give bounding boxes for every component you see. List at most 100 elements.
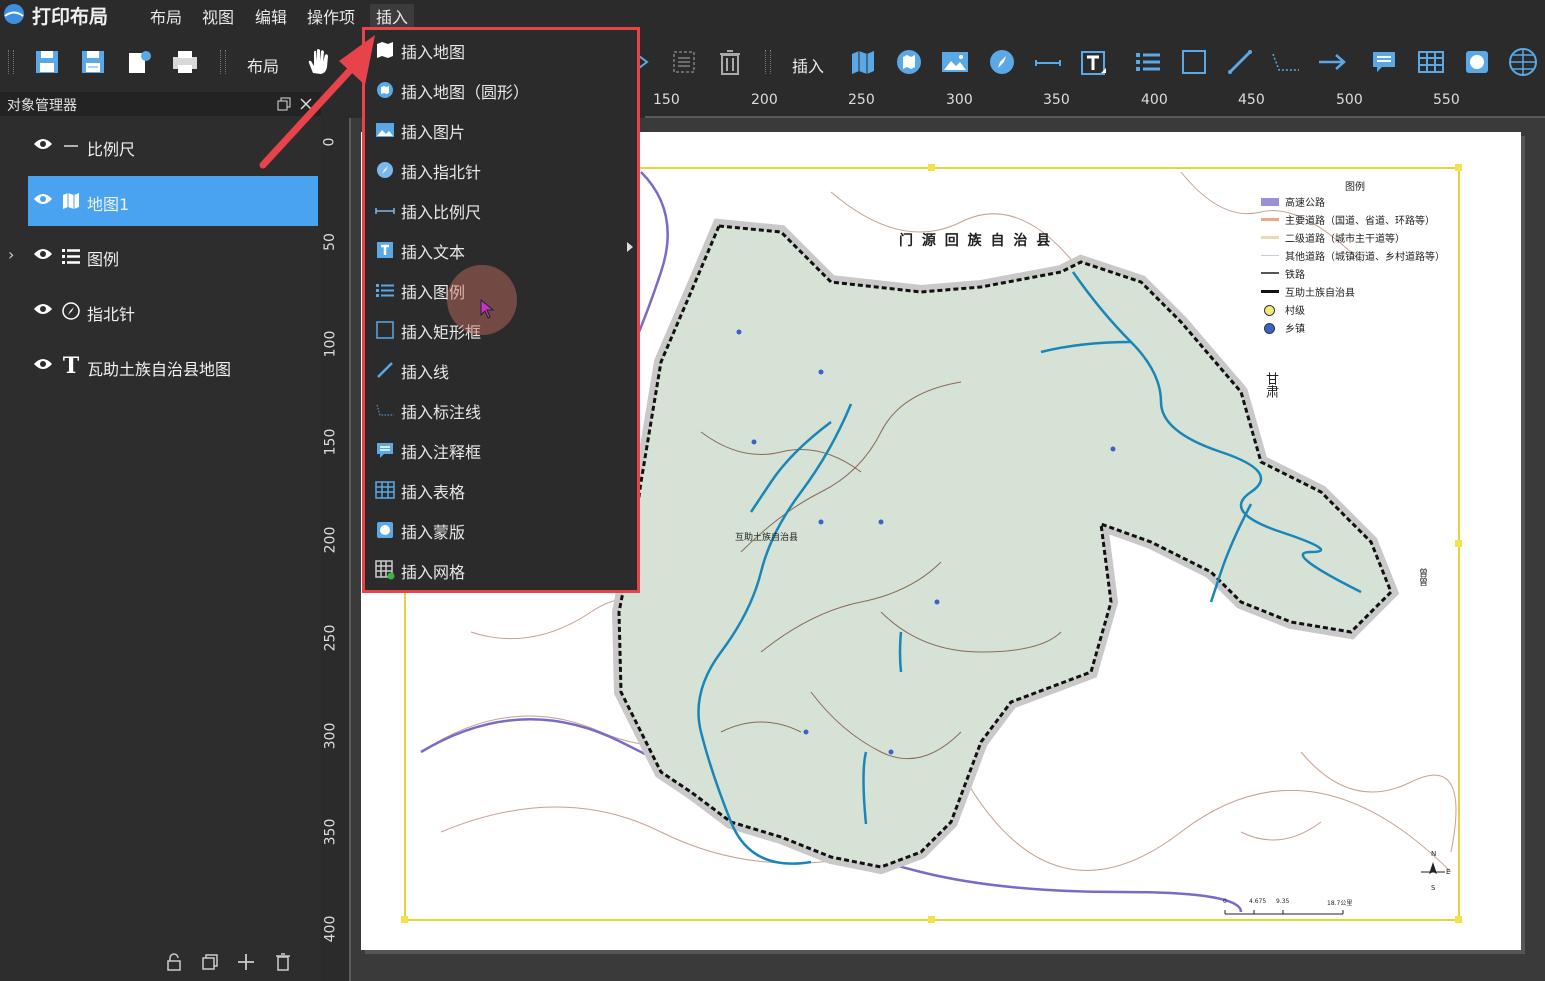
menu-item-label: 插入线	[401, 363, 450, 382]
insert-mask-icon[interactable]	[1460, 45, 1494, 79]
ruler-tick-label: 500	[1336, 92, 1363, 108]
menu-item-label: 插入比例尺	[401, 203, 482, 222]
menu-item-label: 插入蒙版	[401, 523, 466, 542]
menu-insert-callout-line[interactable]: 插入标注线	[373, 394, 633, 426]
ruler-tick-label: 300	[322, 722, 339, 750]
menu-insert-grid[interactable]: 插入网格	[373, 554, 633, 586]
ruler-tick-label: 300	[946, 92, 973, 108]
map-legend[interactable]: 图例 高速公路 主要道路（国道、省道、环路等） 二级道路（城市主干道等） 其他道…	[1255, 176, 1455, 341]
text-icon: T	[62, 353, 80, 379]
menu-insert-mask[interactable]: 插入蒙版	[373, 514, 633, 546]
trash-icon[interactable]	[271, 950, 295, 974]
menu-insert-compass[interactable]: 插入指北针	[373, 154, 633, 186]
insert-arrow-icon[interactable]	[1315, 45, 1349, 79]
insert-table-icon[interactable]	[1414, 45, 1448, 79]
object-manager-panel: 对象管理器 比例尺 地图1 › 图例 指北针 T 瓦助土族自治县地图	[0, 92, 321, 981]
legend-swatch	[1261, 255, 1279, 256]
insert-rectangle-icon[interactable]	[1177, 45, 1211, 79]
visibility-eye-icon[interactable]	[33, 302, 53, 316]
legend-row: 村级	[1261, 302, 1455, 318]
duplicate-icon[interactable]	[198, 950, 222, 974]
menu-view[interactable]: 视图	[202, 4, 234, 28]
ruler-tick-label: 150	[653, 92, 680, 108]
insert-grid-icon[interactable]	[1506, 45, 1540, 79]
annotation-arrow	[259, 35, 375, 169]
grid-icon	[375, 560, 395, 580]
legend-label: 其他道路（城镇街道、乡村道路等）	[1285, 252, 1445, 263]
tree-item-label: 地图1	[87, 195, 130, 214]
comment-icon	[375, 440, 395, 460]
scale-label: 9.35	[1276, 898, 1290, 905]
legend-label: 高速公路	[1285, 198, 1325, 209]
menu-insert-image[interactable]: 插入图片	[373, 114, 633, 146]
menu-layout[interactable]: 布局	[150, 4, 182, 28]
legend-swatch	[1261, 290, 1279, 293]
legend-swatch	[1261, 218, 1279, 221]
ruler-tick-label: 400	[322, 915, 339, 943]
visibility-eye-icon[interactable]	[33, 192, 53, 206]
map-center-label: 互助土族自治县	[735, 533, 799, 543]
insert-round-map-icon[interactable]	[892, 45, 926, 79]
save-as-icon[interactable]	[76, 45, 110, 79]
menu-insert-table[interactable]: 插入表格	[373, 474, 633, 506]
menu-insert-text[interactable]: 插入文本	[373, 234, 633, 266]
delete-icon[interactable]	[713, 45, 747, 79]
legend-row: 主要道路（国道、省道、环路等）	[1261, 212, 1455, 228]
insert-image-icon[interactable]	[938, 45, 972, 79]
toolbar-separator	[765, 50, 771, 74]
menu-item-label: 插入标注线	[401, 403, 482, 422]
menu-insert-scalebar[interactable]: 插入比例尺	[373, 194, 633, 226]
horizontal-ruler: 150 200 250 300 350 400 450 500 550	[645, 92, 1545, 118]
tree-item-compass[interactable]: 指北针	[28, 286, 318, 336]
legend-label: 主要道路（国道、省道、环路等）	[1285, 216, 1435, 227]
save-icon[interactable]	[30, 45, 64, 79]
tree-item-map1[interactable]: 地图1	[28, 176, 318, 226]
legend-swatch	[1264, 323, 1275, 334]
tree-item-label: 指北针	[87, 305, 136, 324]
legend-swatch	[1264, 305, 1275, 316]
menu-insert-map[interactable]: 插入地图	[373, 34, 633, 66]
visibility-eye-icon[interactable]	[33, 357, 53, 371]
menu-insert-line[interactable]: 插入线	[373, 354, 633, 386]
insert-comment-icon[interactable]	[1367, 45, 1401, 79]
lock-icon[interactable]	[162, 950, 186, 974]
page-settings-icon[interactable]	[122, 45, 156, 79]
tree-item-legend[interactable]: › 图例	[8, 231, 318, 281]
visibility-eye-icon[interactable]	[33, 247, 53, 261]
visibility-eye-icon[interactable]	[33, 137, 53, 151]
insert-line-icon[interactable]	[1223, 45, 1257, 79]
legend-label: 乡镇	[1285, 324, 1305, 335]
insert-scalebar-icon[interactable]	[1031, 45, 1065, 79]
add-icon[interactable]	[234, 950, 258, 974]
line-icon	[375, 360, 395, 380]
app-logo-icon	[4, 4, 24, 24]
north-label: N	[1431, 850, 1437, 858]
toolbar: 布局 插入	[0, 28, 1545, 92]
insert-callout-line-icon[interactable]	[1269, 45, 1303, 79]
print-icon[interactable]	[168, 45, 202, 79]
menu-item-label: 插入地图	[401, 43, 466, 62]
insert-legend-icon[interactable]	[1131, 45, 1165, 79]
group-icon[interactable]	[667, 45, 701, 79]
insert-compass-icon[interactable]	[985, 45, 1019, 79]
insert-text-icon[interactable]	[1077, 45, 1111, 79]
legend-row: 二级道路（城市主干道等）	[1261, 230, 1455, 246]
menu-insert-comment[interactable]: 插入注释框	[373, 434, 633, 466]
submenu-arrow-icon	[627, 242, 633, 252]
menu-item-label: 插入地图（圆形）	[401, 83, 530, 102]
map-side-label: 曾曾	[1417, 568, 1427, 586]
expand-arrow-icon[interactable]: ›	[8, 245, 14, 264]
ruler-tick-label: 550	[1433, 92, 1460, 108]
rectangle-icon	[375, 320, 395, 340]
legend-label: 互助土族自治县	[1285, 288, 1355, 299]
tree-item-title-text[interactable]: T 瓦助土族自治县地图	[28, 341, 318, 391]
map-side-label: 甘肃	[1263, 372, 1278, 398]
ruler-tick-label: 350	[322, 818, 339, 846]
menu-insert-round-map[interactable]: 插入地图（圆形）	[373, 74, 633, 106]
toolbar-separator	[220, 50, 226, 74]
legend-row: 铁路	[1261, 266, 1455, 282]
menu-item-label: 插入文本	[401, 243, 466, 262]
callout-line-icon	[375, 400, 395, 420]
insert-map-icon[interactable]	[846, 45, 880, 79]
ruler-tick-label: 450	[1238, 92, 1265, 108]
